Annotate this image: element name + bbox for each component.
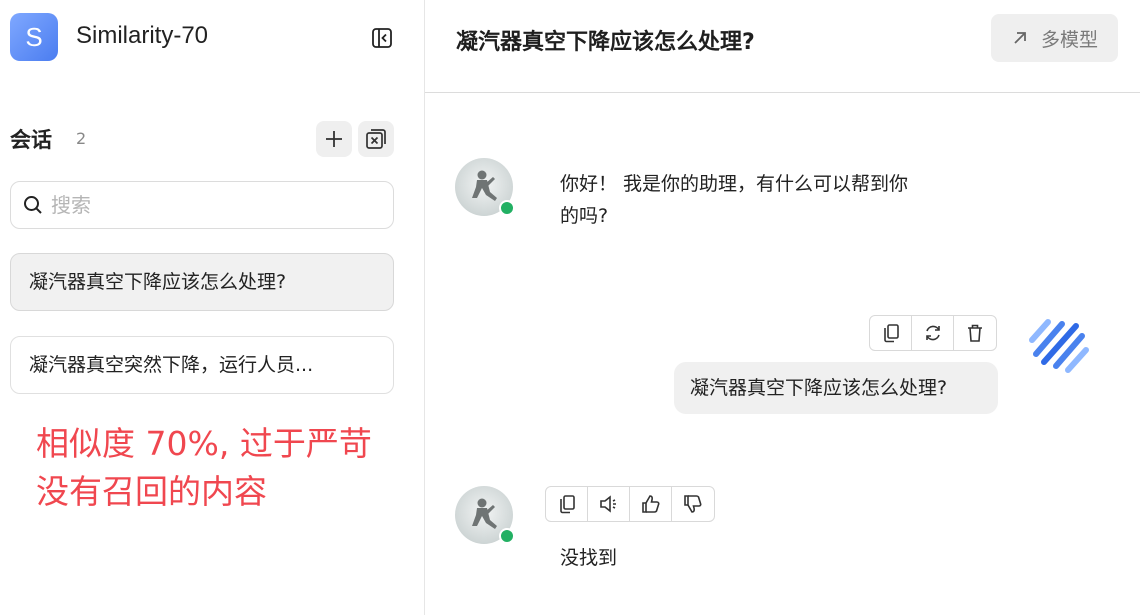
multi-model-label: 多模型 bbox=[1040, 28, 1098, 51]
new-conversation-button[interactable] bbox=[316, 121, 352, 157]
annotation-line: 没有召回的内容 bbox=[36, 472, 267, 511]
online-status-dot bbox=[499, 528, 515, 544]
message-line: 的吗? bbox=[560, 205, 609, 227]
annotation-line: 相似度 70%, 过于严苛 bbox=[36, 424, 372, 463]
sidebar: S Similarity-70 会话 2 搜索 凝汽器真空下降应该怎么处理? 凝… bbox=[0, 0, 425, 615]
multi-model-button[interactable]: 多模型 bbox=[991, 14, 1118, 62]
copy-icon bbox=[883, 324, 899, 343]
copy-icon bbox=[559, 495, 575, 514]
conversation-item[interactable]: 凝汽器真空突然下降，运行人员... bbox=[10, 336, 394, 394]
annotation-note: 相似度 70%, 过于严苛 没有召回的内容 bbox=[36, 420, 416, 516]
app: S Similarity-70 会话 2 搜索 凝汽器真空下降应该怎么处理? 凝… bbox=[0, 0, 1140, 615]
plus-icon bbox=[326, 131, 342, 147]
conversation-item-active[interactable]: 凝汽器真空下降应该怎么处理? bbox=[10, 253, 394, 311]
arrow-up-right-icon bbox=[1014, 32, 1026, 44]
striped-logo-icon bbox=[1029, 319, 1089, 373]
search-input[interactable] bbox=[51, 193, 371, 217]
clear-conversations-button[interactable] bbox=[358, 121, 394, 157]
copy-button[interactable] bbox=[546, 487, 588, 521]
thumbs-up-icon bbox=[641, 495, 659, 513]
message-line: 你好！ 我是你的助理，有什么可以帮到你 bbox=[560, 173, 909, 195]
collapse-sidebar-button[interactable] bbox=[368, 24, 396, 52]
chat-panel: 凝汽器真空下降应该怎么处理? 多模型 你好！ 我是你的助理，有什么可以帮到你 的… bbox=[425, 0, 1140, 615]
assistant-message-toolbar bbox=[545, 486, 715, 522]
read-aloud-button[interactable] bbox=[588, 487, 630, 521]
search-icon bbox=[24, 196, 42, 214]
like-button[interactable] bbox=[630, 487, 672, 521]
regenerate-button[interactable] bbox=[912, 316, 954, 350]
speaker-icon bbox=[599, 495, 616, 513]
clear-all-icon bbox=[366, 129, 386, 149]
user-message-bubble: 凝汽器真空下降应该怎么处理? bbox=[674, 362, 998, 414]
conversations-count: 2 bbox=[76, 129, 87, 148]
copy-button[interactable] bbox=[870, 316, 912, 350]
online-status-dot bbox=[499, 200, 515, 216]
delete-button[interactable] bbox=[954, 316, 996, 350]
search-box[interactable] bbox=[10, 181, 394, 229]
assistant-reply: 没找到 bbox=[560, 547, 618, 569]
app-name: Similarity-70 bbox=[76, 22, 209, 49]
chat-header: 凝汽器真空下降应该怎么处理? 多模型 bbox=[425, 0, 1140, 93]
refresh-icon bbox=[925, 325, 940, 341]
assistant-avatar bbox=[455, 486, 515, 544]
greeting-message: 你好！ 我是你的助理，有什么可以帮到你 的吗? bbox=[560, 168, 960, 232]
user-avatar bbox=[1028, 314, 1090, 376]
chat-title: 凝汽器真空下降应该怎么处理? bbox=[456, 30, 755, 55]
dislike-button[interactable] bbox=[672, 487, 714, 521]
app-logo: S bbox=[10, 13, 58, 61]
assistant-avatar bbox=[455, 158, 515, 216]
user-message-toolbar bbox=[869, 315, 997, 351]
trash-icon bbox=[968, 324, 982, 342]
thumbs-down-icon bbox=[684, 495, 702, 513]
sidebar-collapse-icon bbox=[372, 28, 392, 48]
conversations-heading: 会话 bbox=[10, 128, 52, 152]
